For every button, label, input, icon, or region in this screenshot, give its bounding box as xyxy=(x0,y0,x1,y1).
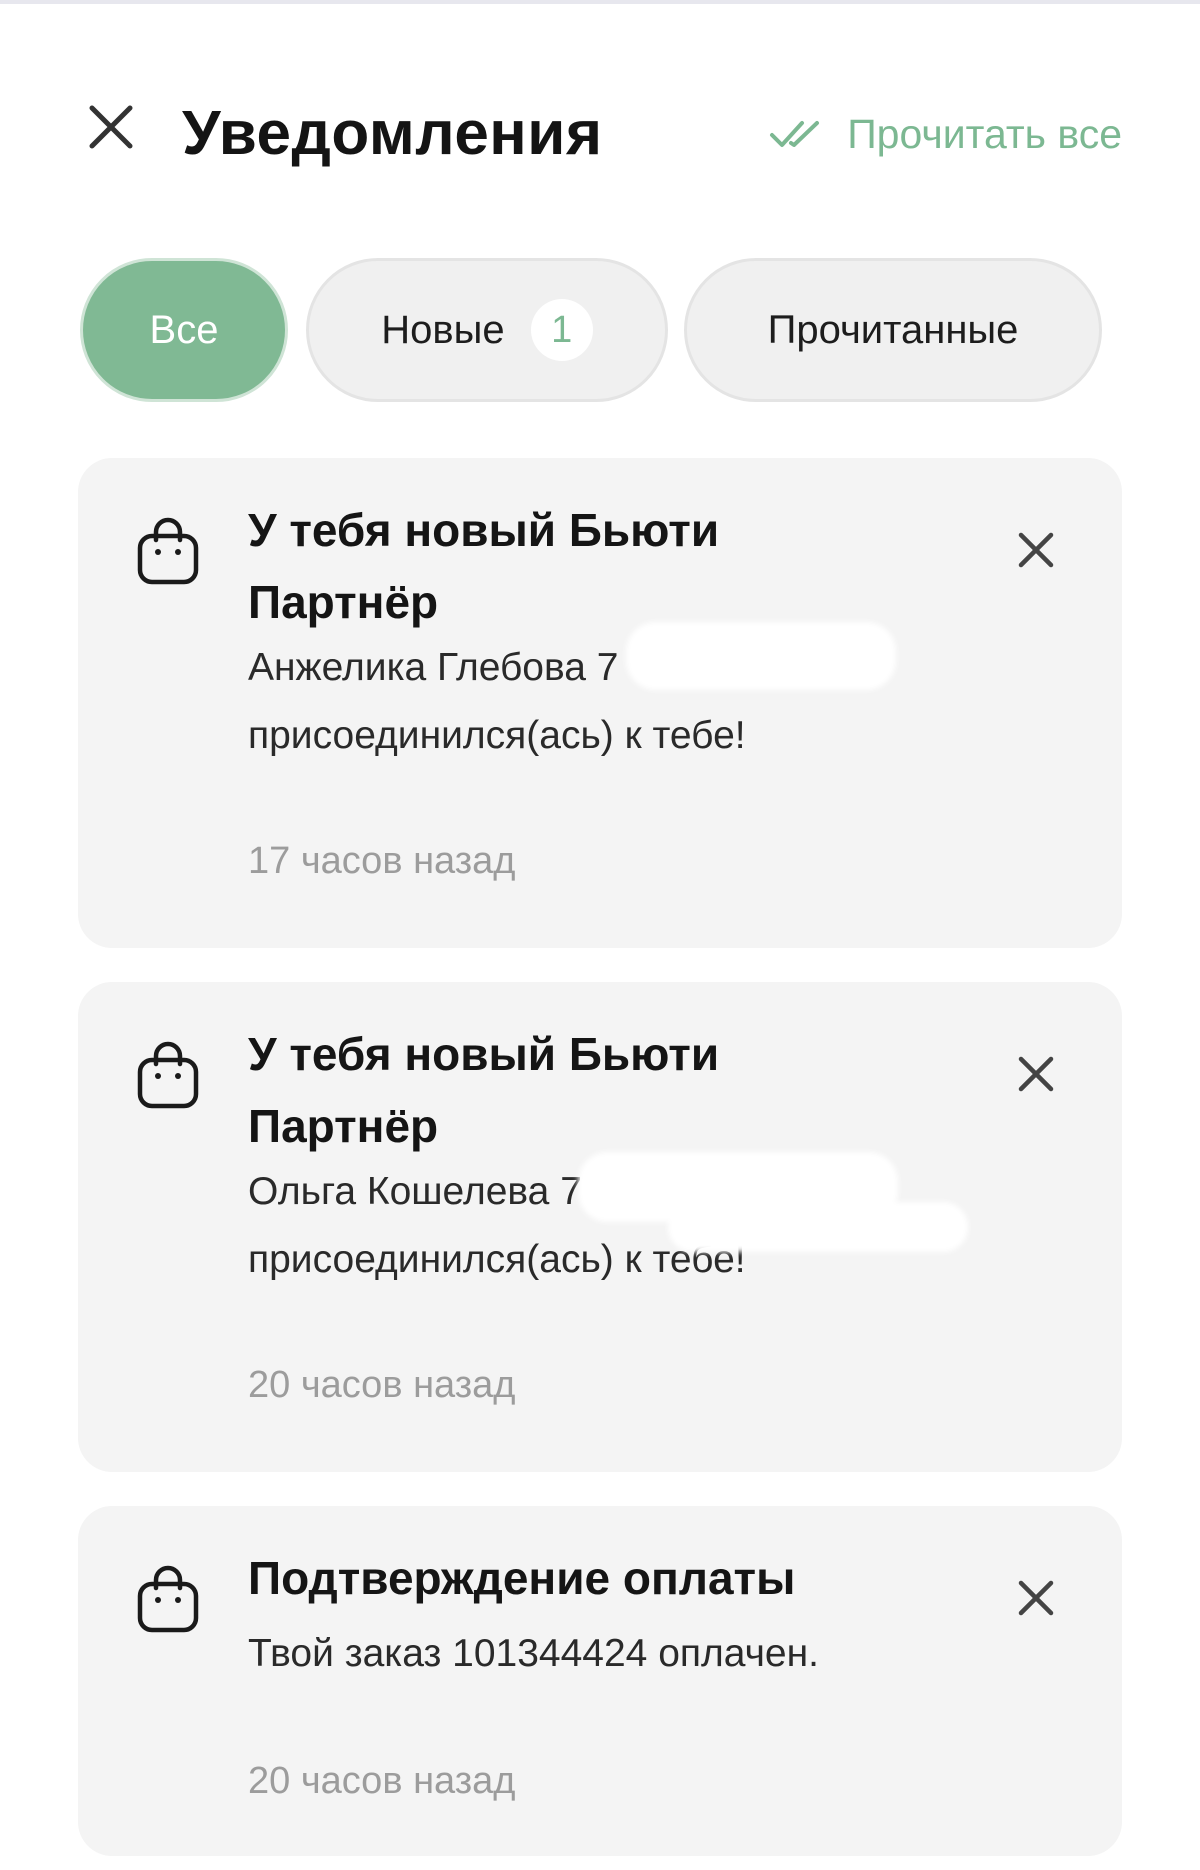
tab-new-label: Новые xyxy=(381,307,505,352)
shopping-bag-icon xyxy=(134,514,202,586)
tab-read[interactable]: Прочитанные xyxy=(684,258,1102,402)
notification-card[interactable]: У тебя новый Бьюти Партнёр Ольга Кошелев… xyxy=(78,982,1122,1472)
dismiss-button[interactable] xyxy=(1016,1578,1056,1618)
double-check-icon xyxy=(769,119,821,149)
top-divider xyxy=(0,0,1200,4)
notification-title: У тебя новый Бьюти Партнёр xyxy=(248,1028,720,1152)
notification-time: 20 часов назад xyxy=(248,1760,516,1802)
dismiss-button[interactable] xyxy=(1016,530,1056,570)
notification-card[interactable]: У тебя новый Бьюти Партнёр Анжелика Глеб… xyxy=(78,458,1122,948)
filter-tabs: Все Новые 1 Прочитанные xyxy=(80,258,1130,406)
unread-count-badge: 1 xyxy=(530,299,593,361)
notification-body-line1: Анжелика Глебова 7 xyxy=(248,646,619,689)
shopping-bag-icon xyxy=(134,1562,202,1634)
notification-title: Подтверждение оплаты xyxy=(248,1552,796,1604)
tab-read-label: Прочитанные xyxy=(767,307,1019,352)
tab-all-label: Все xyxy=(149,307,219,352)
dismiss-button[interactable] xyxy=(1016,1054,1056,1094)
notification-time: 20 часов назад xyxy=(248,1364,516,1406)
close-icon xyxy=(1016,1054,1056,1094)
notification-title: У тебя новый Бьюти Партнёр xyxy=(248,504,720,628)
close-icon xyxy=(1016,530,1056,570)
redaction-mark xyxy=(668,1202,968,1252)
tab-new[interactable]: Новые 1 xyxy=(306,258,668,402)
shopping-bag-icon xyxy=(134,1038,202,1110)
header: Уведомления Прочитать все xyxy=(0,90,1200,170)
redaction-mark xyxy=(626,622,896,690)
close-icon xyxy=(1016,1578,1056,1618)
notification-body-line1: Ольга Кошелева 7 xyxy=(248,1170,582,1213)
read-all-button[interactable]: Прочитать все xyxy=(769,104,1122,164)
close-icon xyxy=(86,102,136,152)
notification-card[interactable]: Подтверждение оплаты Твой заказ 10134442… xyxy=(78,1506,1122,1856)
close-button[interactable] xyxy=(86,102,136,152)
tab-all[interactable]: Все xyxy=(80,258,288,402)
page-title: Уведомления xyxy=(182,99,603,168)
notification-body: Твой заказ 101344424 оплачен. xyxy=(248,1632,819,1675)
notification-body-line2: присоединился(ась) к тебе! xyxy=(248,714,746,757)
notification-body: Анжелика Глебова 7 97 присоединился(ась)… xyxy=(248,622,1008,770)
notification-body: Ольга Кошелева 7 3 присоединился(ась) к … xyxy=(248,1152,1008,1294)
read-all-label: Прочитать все xyxy=(847,110,1122,157)
notification-time: 17 часов назад xyxy=(248,840,516,882)
